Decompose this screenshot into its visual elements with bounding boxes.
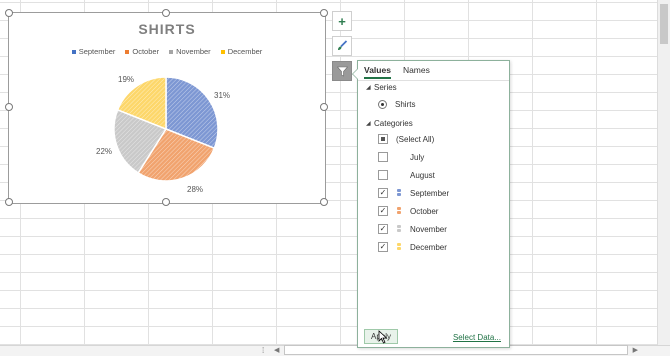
- august-checkbox[interactable]: [378, 170, 388, 180]
- september-checkbox[interactable]: ✓: [378, 188, 388, 198]
- series-heading-label: Series: [374, 83, 397, 92]
- select-all-checkbox[interactable]: [378, 134, 388, 144]
- chart-styles-button[interactable]: [332, 36, 352, 56]
- tab-names[interactable]: Names: [403, 65, 430, 79]
- series-color-icon: [396, 242, 402, 252]
- data-label-november[interactable]: 22%: [96, 147, 112, 156]
- select-data-link[interactable]: Select Data...: [453, 333, 501, 342]
- data-label-september[interactable]: 31%: [214, 91, 230, 100]
- tab-divider: [358, 80, 509, 81]
- chart-filters-button[interactable]: [332, 61, 352, 81]
- resize-handle-bottom[interactable]: [162, 198, 170, 206]
- resize-handle-top-left[interactable]: [5, 9, 13, 17]
- filter-tabs: Values Names: [364, 65, 430, 79]
- category-july[interactable]: July: [378, 152, 424, 162]
- series-color-icon: [396, 224, 402, 234]
- series-item-label: Shirts: [395, 100, 416, 109]
- resize-handle-left[interactable]: [5, 103, 13, 111]
- series-radio[interactable]: [378, 100, 387, 109]
- resize-handle-top[interactable]: [162, 9, 170, 17]
- vertical-scrollbar[interactable]: [657, 0, 670, 346]
- plus-icon: +: [338, 13, 346, 29]
- scroll-left-icon[interactable]: ◀: [274, 346, 279, 356]
- category-november[interactable]: ✓ November: [378, 224, 447, 234]
- category-label: (Select All): [396, 134, 435, 144]
- panel-pointer-fill: [353, 68, 359, 80]
- pie-plot[interactable]: [9, 13, 325, 203]
- categories-heading[interactable]: ◢ Categories: [366, 119, 413, 128]
- series-color-icon: [396, 152, 402, 162]
- october-checkbox[interactable]: ✓: [378, 206, 388, 216]
- chart-elements-button[interactable]: +: [332, 11, 352, 31]
- category-october[interactable]: ✓ October: [378, 206, 438, 216]
- vertical-scroll-thumb[interactable]: [660, 4, 668, 44]
- category-label: July: [410, 152, 425, 162]
- data-label-october[interactable]: 28%: [187, 185, 203, 194]
- sheet-tab-splitter-icon[interactable]: ⁞: [262, 346, 264, 356]
- series-heading[interactable]: ◢ Series: [366, 83, 397, 92]
- series-item-shirts[interactable]: Shirts: [378, 100, 415, 109]
- collapse-triangle-icon[interactable]: ◢: [366, 84, 374, 91]
- category-label: November: [410, 224, 447, 234]
- category-label: August: [410, 170, 435, 180]
- tab-values[interactable]: Values: [364, 65, 391, 79]
- categories-heading-label: Categories: [374, 119, 413, 128]
- resize-handle-bottom-right[interactable]: [320, 198, 328, 206]
- resize-handle-right[interactable]: [320, 103, 328, 111]
- series-color-icon: [396, 170, 402, 180]
- data-label-december[interactable]: 19%: [118, 75, 134, 84]
- category-september[interactable]: ✓ September: [378, 188, 449, 198]
- horizontal-scroll-area: ⁞ ◀ ▶: [0, 345, 670, 356]
- category-select-all[interactable]: (Select All): [378, 134, 434, 144]
- resize-handle-bottom-left[interactable]: [5, 198, 13, 206]
- series-color-icon: [396, 188, 402, 198]
- november-checkbox[interactable]: ✓: [378, 224, 388, 234]
- resize-handle-top-right[interactable]: [320, 9, 328, 17]
- scroll-right-icon[interactable]: ▶: [633, 346, 638, 356]
- paintbrush-icon: [338, 40, 348, 50]
- funnel-icon: [336, 66, 348, 76]
- chart-filters-panel: Values Names ◢ Series Shirts ◢ Categories …: [352, 60, 510, 348]
- december-checkbox[interactable]: ✓: [378, 242, 388, 252]
- mouse-cursor-icon: [378, 330, 388, 344]
- category-august[interactable]: August: [378, 170, 435, 180]
- category-december[interactable]: ✓ December: [378, 242, 447, 252]
- category-label: October: [410, 206, 439, 216]
- chart-area[interactable]: SHIRTS September October November Decemb…: [8, 12, 326, 204]
- category-label: December: [410, 242, 447, 252]
- collapse-triangle-icon[interactable]: ◢: [366, 120, 374, 127]
- july-checkbox[interactable]: [378, 152, 388, 162]
- category-label: September: [410, 188, 450, 198]
- series-color-icon: [396, 206, 402, 216]
